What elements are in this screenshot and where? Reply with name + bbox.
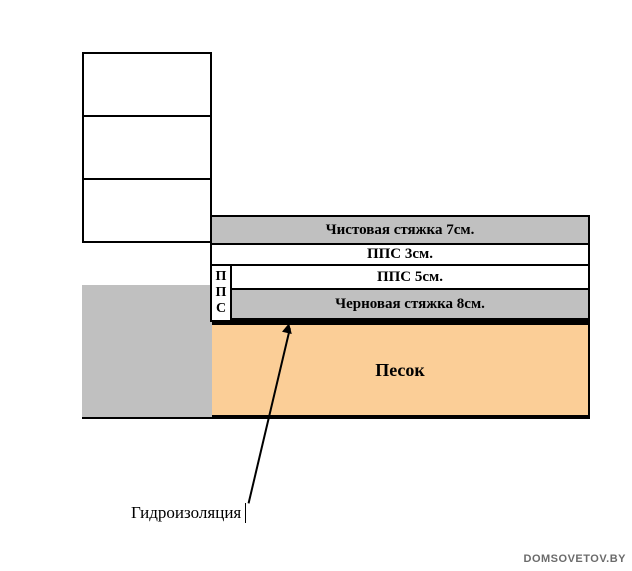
layer-top-screed: Чистовая стяжка 7см. [210, 215, 590, 245]
side-pps-letter: П [212, 269, 230, 285]
watermark: DOMSOVETOV.BY [524, 553, 626, 565]
layer-label: ППС 3см. [367, 246, 433, 263]
side-pps-column: П П С [210, 264, 232, 322]
callout-hydro: Гидроизоляция [131, 503, 246, 523]
baseline [82, 417, 590, 419]
layer-pps-3: ППС 3см. [210, 243, 590, 266]
wall-block-1 [82, 52, 212, 117]
layer-pps-5: ППС 5см. [230, 264, 590, 290]
wall-block-3 [82, 178, 212, 243]
foundation-block [82, 285, 212, 417]
wall-block-2 [82, 115, 212, 180]
side-pps-letter: П [212, 285, 230, 301]
sand-block: Песок [212, 325, 590, 417]
layer-rough-screed: Черновая стяжка 8см. [230, 288, 590, 320]
side-pps-letter: С [212, 301, 230, 317]
callout-text: Гидроизоляция [131, 503, 241, 522]
layer-label: Черновая стяжка 8см. [335, 296, 485, 313]
diagram-stage: Чистовая стяжка 7см. ППС 3см. П П С ППС … [0, 0, 632, 571]
layer-label: Чистовая стяжка 7см. [326, 222, 475, 239]
sand-label: Песок [375, 360, 425, 381]
layer-label: ППС 5см. [377, 269, 443, 286]
